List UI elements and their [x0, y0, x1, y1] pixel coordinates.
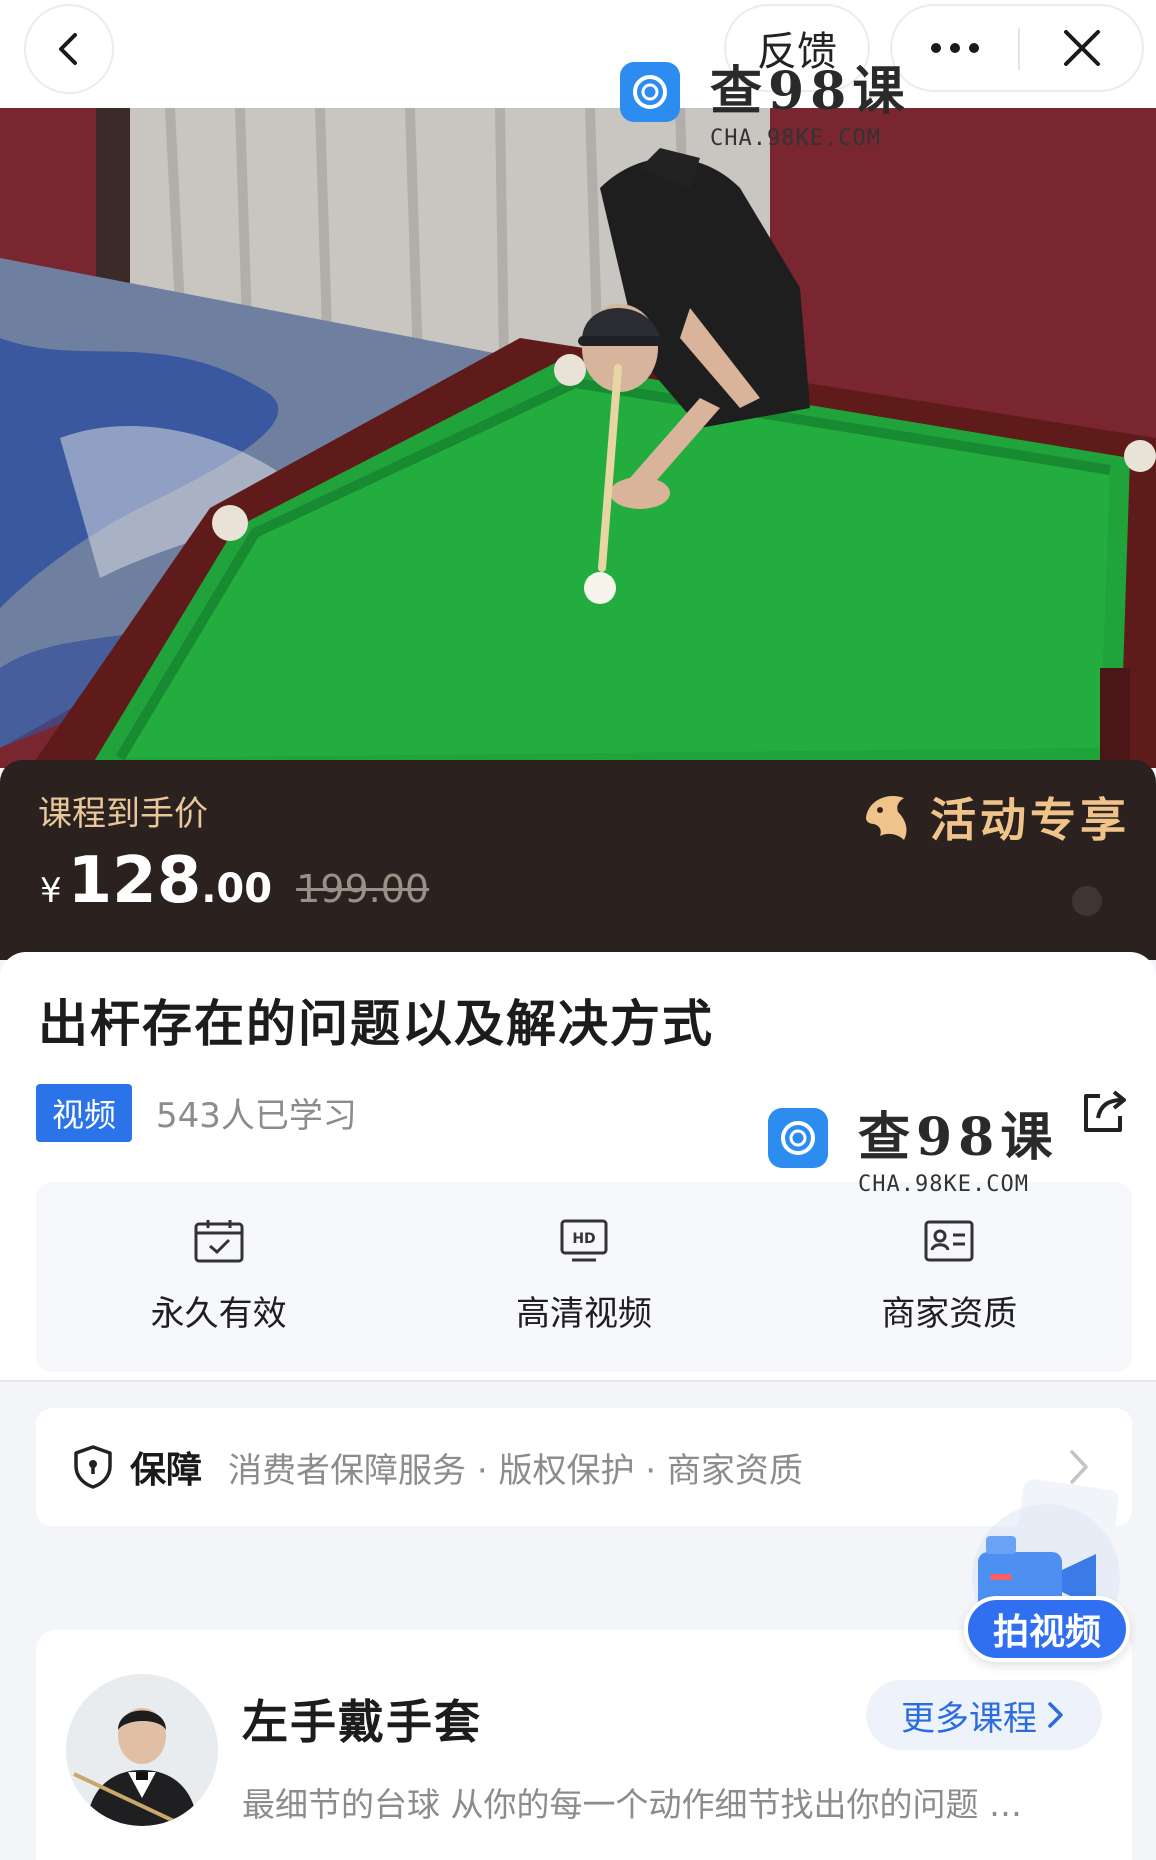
feature-label: 商家资质: [881, 1294, 1018, 1334]
decor-dot: [1072, 886, 1102, 916]
share-button[interactable]: [1078, 1086, 1130, 1138]
price-row: ¥ 128 .00 199.00: [40, 844, 429, 918]
feature-label: 高清视频: [515, 1294, 652, 1334]
capsule-controls: [890, 4, 1144, 92]
chevron-right-icon: [1048, 1702, 1063, 1728]
watermark-logo-icon: [620, 62, 680, 122]
dolphin-icon: [866, 796, 907, 840]
close-button[interactable]: [1020, 6, 1144, 90]
price-label: 课程到手价: [38, 794, 208, 834]
watermark-subtitle: CHA.98KE.COM: [710, 126, 881, 151]
teacher-portrait-illustration: [66, 1674, 218, 1826]
shield-icon: [74, 1445, 112, 1489]
share-icon: [1084, 1090, 1126, 1132]
feature-list: 永久有效 HD 高清视频 商家资质: [36, 1182, 1132, 1372]
more-courses-button[interactable]: 更多课程: [866, 1680, 1102, 1750]
price-banner: 课程到手价 ¥ 128 .00 199.00 活动专享: [0, 760, 1156, 960]
back-button[interactable]: [24, 4, 114, 94]
guarantee-items: 消费者保障服务 · 版权保护 · 商家资质: [228, 1450, 803, 1491]
top-bar: 反馈: [0, 0, 1156, 108]
calendar-check-icon: [194, 1220, 244, 1263]
chevron-left-icon: [59, 33, 77, 65]
more-dots-icon: [931, 43, 979, 53]
more-button[interactable]: [892, 6, 1018, 90]
feature-permanent: 永久有效: [36, 1182, 401, 1372]
watermark-title: 查98课: [710, 61, 911, 122]
watermark-mid: 查98课 CHA.98KE.COM: [768, 1108, 1058, 1197]
video-tag: 视频: [36, 1084, 132, 1142]
price-integer: 128: [67, 844, 202, 918]
original-price: 199.00: [296, 867, 430, 911]
svg-text:HD: HD: [572, 1231, 595, 1247]
billiards-scene-illustration: [0, 108, 1156, 768]
watermark-title: 查98课: [858, 1107, 1059, 1168]
shoot-video-label: 拍视频: [964, 1596, 1130, 1662]
course-title: 出杆存在的问题以及解决方式: [38, 995, 714, 1053]
watermark-logo-icon: [768, 1108, 828, 1168]
hd-video-icon: HD: [560, 1219, 608, 1262]
price-decimal: .00: [201, 866, 273, 912]
close-icon: [1064, 30, 1100, 66]
feature-label: 永久有效: [150, 1294, 287, 1334]
watermark-top: 查98课 CHA.98KE.COM: [620, 62, 910, 151]
currency-symbol: ¥: [40, 871, 62, 911]
more-courses-label: 更多课程: [901, 1698, 1037, 1739]
learner-count: 543人已学习: [156, 1096, 357, 1136]
id-card-icon: [924, 1220, 974, 1262]
teacher-avatar[interactable]: [66, 1674, 218, 1826]
teacher-name: 左手戴手套: [242, 1695, 482, 1749]
divider: [0, 1380, 1156, 1382]
feature-hd-video: HD 高清视频: [401, 1182, 766, 1372]
shoot-video-button[interactable]: 拍视频: [956, 1478, 1138, 1670]
feature-merchant-cert: 商家资质: [767, 1182, 1132, 1372]
promo-label: 活动专享: [930, 793, 1130, 847]
teacher-description: 最细节的台球 从你的每一个动作细节找出你的问题 …: [242, 1785, 1022, 1824]
watermark-subtitle: CHA.98KE.COM: [858, 1172, 1029, 1197]
course-cover-image: [0, 108, 1156, 768]
promo-badge: 活动专享: [858, 784, 1130, 850]
guarantee-title: 保障: [130, 1450, 203, 1491]
